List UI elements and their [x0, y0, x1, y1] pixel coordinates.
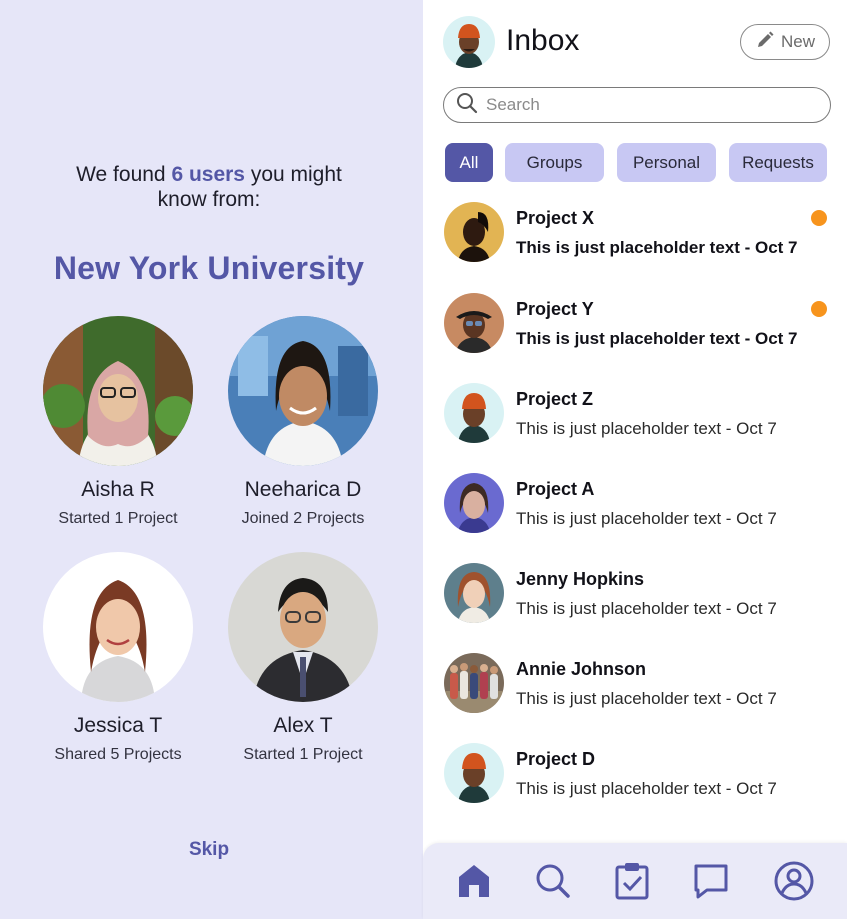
conversation-preview: This is just placeholder text - Oct 7 — [516, 689, 777, 708]
user-name: Aisha R — [81, 478, 155, 501]
conversation-name: Project A — [516, 479, 595, 499]
conversation-preview: This is just placeholder text - Oct 7 — [516, 329, 798, 348]
conversation-avatar — [444, 563, 504, 623]
search-input[interactable] — [486, 95, 786, 115]
conversation-item[interactable]: Project D This is just placeholder text … — [443, 743, 833, 805]
new-message-button[interactable]: New — [740, 24, 830, 60]
found-prefix: We found — [76, 163, 172, 186]
bottom-navigation — [423, 843, 847, 919]
my-avatar[interactable] — [443, 16, 495, 68]
conversation-preview: This is just placeholder text - Oct 7 — [516, 779, 777, 798]
chat-icon — [693, 863, 729, 904]
skip-button[interactable]: Skip — [0, 839, 418, 861]
search-icon — [456, 92, 478, 119]
tasks-icon — [615, 862, 649, 905]
user-name: Jessica T — [73, 714, 163, 737]
page-title: Inbox — [506, 24, 580, 57]
unread-indicator — [811, 301, 827, 317]
conversation-name: Project Y — [516, 299, 594, 319]
conversation-item[interactable]: Annie Johnson This is just placeholder t… — [443, 653, 833, 715]
user-avatar — [43, 552, 193, 702]
conversation-avatar — [444, 383, 504, 443]
user-card[interactable]: Alex T Started 1 Project — [208, 552, 398, 764]
conversation-item[interactable]: Jenny Hopkins This is just placeholder t… — [443, 563, 833, 625]
pencil-icon — [755, 30, 775, 55]
home-icon — [457, 863, 491, 904]
nav-messages[interactable] — [691, 863, 731, 903]
new-button-label: New — [780, 32, 815, 51]
conversation-item[interactable]: Project Z This is just placeholder text … — [443, 383, 833, 445]
unread-indicator — [811, 210, 827, 226]
user-avatar — [43, 316, 193, 466]
tab-all[interactable]: All — [445, 143, 493, 182]
found-suffix: you might — [245, 163, 342, 186]
conversation-name: Jenny Hopkins — [516, 569, 645, 589]
tab-groups[interactable]: Groups — [505, 143, 604, 182]
tab-personal[interactable]: Personal — [617, 143, 716, 182]
search-bar[interactable] — [443, 87, 831, 123]
conversation-preview: This is just placeholder text - Oct 7 — [516, 238, 798, 257]
conversation-avatar — [444, 653, 504, 713]
user-activity: Shared 5 Projects — [54, 746, 182, 763]
nav-profile[interactable] — [774, 861, 814, 906]
conversation-preview: This is just placeholder text - Oct 7 — [516, 419, 777, 438]
nav-tasks[interactable] — [612, 862, 652, 905]
found-users-message: We found 6 users you might know from: — [0, 162, 418, 212]
user-card[interactable]: Neeharica D Joined 2 Projects — [208, 316, 398, 528]
user-activity: Started 1 Project — [243, 746, 363, 763]
conversation-avatar — [444, 293, 504, 353]
conversation-item[interactable]: Project X This is just placeholder text … — [443, 202, 833, 264]
conversation-item[interactable]: Project Y This is just placeholder text … — [443, 293, 833, 355]
conversation-preview: This is just placeholder text - Oct 7 — [516, 509, 777, 528]
suggested-users-panel: We found 6 users you might know from: Ne… — [0, 0, 423, 919]
user-name: Alex T — [273, 714, 333, 737]
user-card[interactable]: Aisha R Started 1 Project — [23, 316, 213, 528]
university-name: New York University — [53, 250, 365, 286]
conversation-avatar — [444, 743, 504, 803]
user-activity: Joined 2 Projects — [241, 510, 365, 527]
user-avatar — [228, 316, 378, 466]
profile-icon — [774, 861, 814, 906]
conversation-name: Project Z — [516, 389, 594, 409]
conversation-avatar — [444, 473, 504, 533]
conversation-name: Project X — [516, 208, 595, 228]
conversation-name: Annie Johnson — [516, 659, 646, 679]
conversation-name: Project D — [516, 749, 596, 769]
nav-home[interactable] — [454, 863, 494, 903]
nav-search[interactable] — [533, 863, 573, 903]
found-line2: know from: — [157, 188, 261, 211]
user-avatar — [228, 552, 378, 702]
user-card[interactable]: Jessica T Shared 5 Projects — [23, 552, 213, 764]
conversation-item[interactable]: Project A This is just placeholder text … — [443, 473, 833, 535]
tab-requests[interactable]: Requests — [729, 143, 827, 182]
conversation-preview: This is just placeholder text - Oct 7 — [516, 599, 777, 618]
user-activity: Started 1 Project — [58, 510, 178, 527]
found-count: 6 users — [171, 163, 245, 186]
search-icon — [535, 863, 571, 904]
conversation-avatar — [444, 202, 504, 262]
inbox-panel: Inbox New All Groups Personal Requests P… — [423, 0, 847, 919]
user-name: Neeharica D — [244, 478, 362, 501]
